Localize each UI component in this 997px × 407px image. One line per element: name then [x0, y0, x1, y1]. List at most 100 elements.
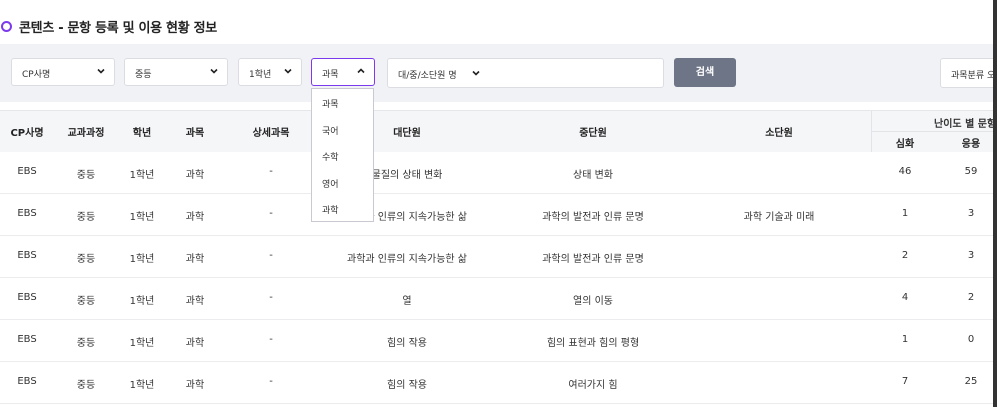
- cell-small: 과학 기술과 미래: [743, 212, 815, 223]
- cell-deep: 1: [901, 334, 909, 345]
- cell-cp: EBS: [17, 334, 37, 345]
- cell-cp: EBS: [17, 208, 37, 219]
- cell-course: 중등: [76, 254, 96, 265]
- cell-deep: 4: [901, 292, 909, 303]
- cell-apply: 25: [964, 376, 978, 387]
- course-select[interactable]: 중등: [124, 58, 228, 86]
- search-button[interactable]: 검색: [674, 58, 736, 87]
- cell-subject: 과학: [185, 338, 205, 349]
- table-row[interactable]: EBS 중등 1학년 과학 - 열 열의 이동 4 2: [0, 278, 997, 320]
- chevron-down-icon: [210, 68, 218, 74]
- table-row[interactable]: EBS 중등 1학년 과학 - 힘의 작용 여러가지 힘 7 25: [0, 362, 997, 404]
- category-button[interactable]: 과목분류 오: [940, 58, 997, 88]
- cell-cp: EBS: [17, 166, 37, 177]
- course-select-value: 중등: [135, 70, 152, 80]
- cell-grade: 1학년: [129, 212, 155, 223]
- col-small-unit: 소단원: [765, 128, 793, 139]
- cell-deep: 1: [901, 208, 909, 219]
- chevron-down-icon: [472, 70, 480, 76]
- cell-detail: -: [269, 334, 273, 345]
- circle-icon: [1, 21, 12, 32]
- page-header: 콘텐츠 - 문항 등록 및 이용 현황 정보: [0, 0, 997, 48]
- cp-select[interactable]: CP사명: [11, 58, 115, 86]
- col-apply: 응용: [961, 139, 981, 150]
- scrollbar[interactable]: [993, 0, 997, 407]
- cell-course: 중등: [76, 170, 96, 181]
- cell-mid: 과학의 발전과 인류 문명: [542, 212, 644, 223]
- cell-grade: 1학년: [129, 170, 155, 181]
- cell-apply: 3: [967, 250, 975, 261]
- cp-select-value: CP사명: [22, 70, 51, 80]
- cell-large: 힘의 작용: [387, 380, 427, 391]
- grade-select[interactable]: 1학년: [238, 58, 302, 86]
- cell-large: 열: [402, 296, 412, 307]
- col-grade: 학년: [132, 128, 152, 139]
- cell-apply: 2: [967, 292, 975, 303]
- chevron-down-icon: [284, 68, 292, 74]
- subject-dropdown-menu: 과목 국어 수학 영어 과학: [311, 88, 374, 222]
- subject-option[interactable]: 영어: [322, 177, 339, 190]
- cell-detail: -: [269, 376, 273, 387]
- col-cp: CP사명: [10, 128, 44, 139]
- subject-option[interactable]: 과목: [322, 97, 339, 110]
- grade-select-value: 1학년: [249, 70, 272, 80]
- unit-search-input[interactable]: 대/중/소단원 명: [387, 58, 664, 88]
- col-subject: 과목: [185, 128, 205, 139]
- cell-cp: EBS: [17, 292, 37, 303]
- unit-search-placeholder: 대/중/소단원 명: [398, 71, 457, 81]
- col-mid-unit: 중단원: [579, 128, 607, 139]
- cell-subject: 과학: [185, 212, 205, 223]
- col-course: 교과과정: [67, 128, 105, 139]
- table-row[interactable]: EBS 중등 1학년 과학 - 과학과 인류의 지속가능한 삶 과학의 발전과 인류 문명 2…: [0, 236, 997, 278]
- cell-cp: EBS: [17, 250, 37, 261]
- subject-select-value: 과목: [322, 70, 339, 80]
- subject-select[interactable]: 과목: [311, 58, 375, 86]
- cell-mid: 여러가지 힘: [568, 380, 618, 391]
- cell-mid: 힘의 표현과 힘의 평형: [546, 338, 640, 349]
- table-row[interactable]: EBS 중등 1학년 과학 - 힘의 작용 힘의 표현과 힘의 평형 1 0: [0, 320, 997, 362]
- cell-subject: 과학: [185, 380, 205, 391]
- cell-detail: -: [269, 166, 273, 177]
- chevron-down-icon: [97, 68, 105, 74]
- subject-option[interactable]: 과학: [322, 203, 339, 216]
- cell-mid: 과학의 발전과 인류 문명: [542, 254, 644, 265]
- table-row[interactable]: EBS 중등 1학년 과학 - 물질의 상태 변화 상태 변화 46 59: [0, 152, 997, 194]
- page-title: 콘텐츠 - 문항 등록 및 이용 현황 정보: [19, 21, 217, 36]
- cell-grade: 1학년: [129, 296, 155, 307]
- cell-subject: 과학: [185, 254, 205, 265]
- cell-large: 과학과 인류의 지속가능한 삶: [347, 254, 467, 265]
- cell-detail: -: [269, 208, 273, 219]
- cell-course: 중등: [76, 296, 96, 307]
- chevron-up-icon: [357, 68, 365, 74]
- cell-subject: 과학: [185, 170, 205, 181]
- cell-apply: 3: [967, 208, 975, 219]
- cell-course: 중등: [76, 212, 96, 223]
- table-row[interactable]: EBS 중등 1학년 과학 - 과학과 인류의 지속가능한 삶 과학의 발전과 인류 문명 과…: [0, 194, 997, 236]
- cell-mid: 상태 변화: [573, 170, 613, 181]
- cell-grade: 1학년: [129, 338, 155, 349]
- col-detail: 상세과목: [252, 128, 290, 139]
- cell-apply: 59: [964, 166, 978, 177]
- cell-cp: EBS: [17, 376, 37, 387]
- subject-option[interactable]: 국어: [322, 124, 339, 137]
- cell-deep: 7: [901, 376, 909, 387]
- cell-course: 중등: [76, 338, 96, 349]
- cell-deep: 46: [898, 166, 912, 177]
- col-large-unit: 대단원: [393, 128, 421, 139]
- header-divider: [871, 131, 872, 152]
- cell-apply: 0: [967, 334, 975, 345]
- subject-option[interactable]: 수학: [322, 150, 339, 163]
- col-difficulty-group: 난이도 별 문항: [871, 111, 997, 132]
- cell-detail: -: [269, 292, 273, 303]
- cell-mid: 열의 이동: [573, 296, 613, 307]
- cell-detail: -: [269, 250, 273, 261]
- cell-large: 힘의 작용: [387, 338, 427, 349]
- col-difficulty-label: 난이도 별 문항: [934, 119, 997, 130]
- cell-deep: 2: [901, 250, 909, 261]
- filter-panel: CP사명 중등 1학년 과목 대/중/소단원 명 검색 과목분류 오: [0, 44, 997, 102]
- table-header: CP사명 교과과정 학년 과목 상세과목 대단원 중단원 소단원 난이도 별 문…: [0, 110, 997, 153]
- cell-grade: 1학년: [129, 380, 155, 391]
- cell-grade: 1학년: [129, 254, 155, 265]
- col-deep: 심화: [895, 139, 915, 150]
- cell-large: 물질의 상태 변화: [371, 170, 443, 181]
